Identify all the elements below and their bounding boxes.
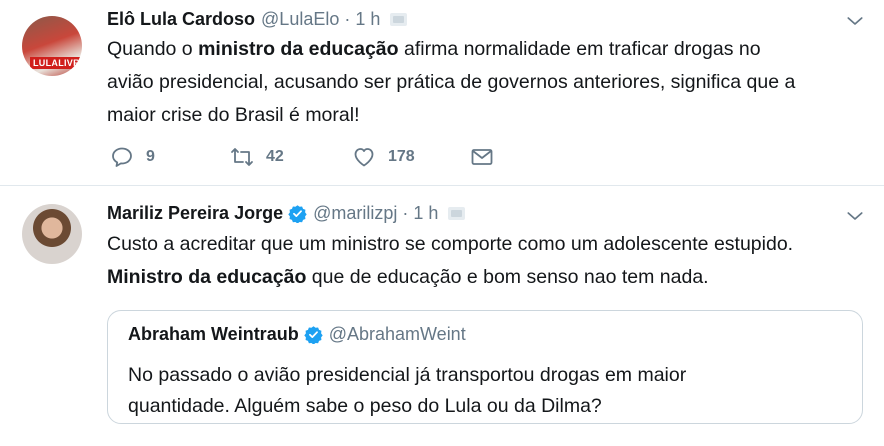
tweet-text-line: Ministro da educação que de educação e b… [107,266,709,288]
tweet-text: Quando o ministro da educação afirma nor… [107,33,795,132]
tweet-text-line: maior crise do Brasil é moral! [107,104,360,126]
like-button[interactable]: 178 [352,145,415,169]
reply-icon [112,147,132,167]
quoted-text-line: quantidade. Alguém sabe o peso do Lula o… [128,395,602,417]
separator-dot: · [344,9,351,29]
like-count: 178 [388,148,415,165]
image-placeholder-icon [448,207,466,220]
reply-button[interactable]: 9 [110,145,155,169]
tweet[interactable]: Mariliz Pereira Jorge @marilizpj · 1 h C… [0,186,884,446]
avatar-badge: LULALIVRE [30,57,82,69]
retweet-icon [231,148,253,166]
quoted-tweet-text: No passado o avião presidencial já trans… [128,360,686,422]
retweet-count: 42 [266,148,284,165]
quoted-author-name: Abraham Weintraub [128,324,299,344]
quoted-tweet[interactable]: Abraham Weintraub @AbrahamWeint No passa… [107,310,863,424]
bold-phrase: Ministro da educação [107,266,307,288]
image-placeholder-icon [390,13,408,26]
tweet-text-line: Custo a acreditar que um ministro se com… [107,233,794,255]
tweet[interactable]: LULALIVRE Elô Lula Cardoso @LulaElo · 1 … [0,0,884,186]
retweet-button[interactable]: 42 [230,145,284,169]
tweet-text-line: avião presidencial, acusando ser prática… [107,71,796,93]
avatar[interactable] [22,204,82,264]
heart-icon [354,148,374,167]
quoted-text-line: No passado o avião presidencial já trans… [128,364,687,386]
author-name[interactable]: Mariliz Pereira Jorge [107,203,283,224]
chevron-down-icon[interactable] [846,12,864,30]
author-handle[interactable]: @LulaElo [261,9,339,30]
reply-count: 9 [146,148,155,165]
timestamp[interactable]: 1 h [413,203,438,224]
dm-button[interactable] [470,145,494,169]
avatar[interactable]: LULALIVRE [22,16,82,76]
quoted-author-handle: @AbrahamWeint [328,324,466,344]
verified-badge-icon [288,205,307,223]
chevron-down-icon[interactable] [846,207,864,225]
author-name[interactable]: Elô Lula Cardoso [107,9,255,30]
timestamp[interactable]: 1 h [355,9,380,30]
quoted-tweet-header: Abraham Weintraub @AbrahamWeint [128,324,466,345]
author-handle[interactable]: @marilizpj [313,203,397,224]
tweet-actions: 9 42 178 [110,145,510,173]
envelope-icon [471,149,493,165]
tweet-text: Custo a acreditar que um ministro se com… [107,228,793,294]
separator-dot: · [402,203,409,223]
tweet-header: Elô Lula Cardoso @LulaElo · 1 h [107,9,408,30]
tweet-text-line: Quando o ministro da educação afirma nor… [107,38,761,60]
bold-phrase: ministro da educação [198,38,399,60]
tweet-header: Mariliz Pereira Jorge @marilizpj · 1 h [107,203,466,224]
verified-badge-icon [304,326,323,344]
